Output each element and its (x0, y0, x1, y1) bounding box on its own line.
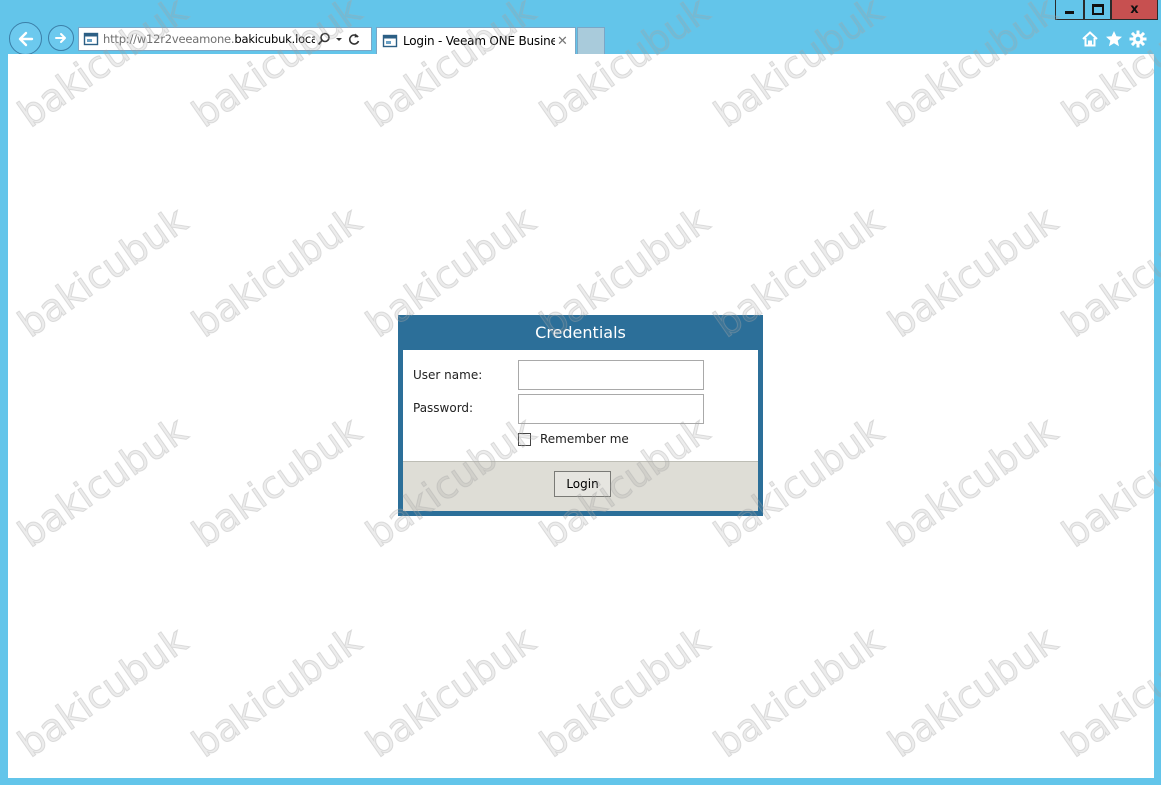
back-arrow-icon (18, 31, 33, 46)
address-bar[interactable]: http://w12r2veeamone.bakicubuk.local:1 (78, 27, 372, 51)
minimize-button[interactable] (1055, 0, 1084, 20)
credentials-dialog: Credentials User name: Password: Remembe… (398, 315, 763, 516)
username-input[interactable] (518, 360, 704, 390)
tab-login[interactable]: Login - Veeam ONE Busine... ✕ (376, 27, 576, 54)
remember-me-label[interactable]: Remember me (540, 432, 629, 446)
close-window-button[interactable]: x (1111, 0, 1158, 20)
maximize-button[interactable] (1084, 0, 1111, 20)
dialog-footer: Login (403, 462, 758, 511)
tab-title: Login - Veeam ONE Busine... (403, 34, 555, 48)
forward-button[interactable] (48, 25, 74, 51)
username-label: User name: (413, 368, 483, 382)
tab-close-icon[interactable]: ✕ (557, 34, 568, 49)
back-button[interactable] (9, 22, 42, 55)
search-icon[interactable] (317, 32, 331, 46)
close-icon: x (1130, 2, 1139, 17)
login-button[interactable]: Login (554, 471, 611, 497)
new-tab-button[interactable] (577, 27, 605, 54)
dialog-title: Credentials (535, 323, 626, 342)
remember-me-checkbox[interactable] (518, 433, 531, 446)
password-label: Password: (413, 401, 474, 415)
password-input[interactable] (518, 394, 704, 424)
star-icon[interactable] (1104, 29, 1124, 49)
page-icon (382, 34, 398, 48)
minimize-icon (1065, 11, 1074, 14)
page-icon (83, 32, 99, 46)
url-text[interactable]: http://w12r2veeamone.bakicubuk.local:1 (103, 32, 315, 46)
forward-arrow-icon (55, 33, 66, 43)
dialog-body: User name: Password: Remember me (403, 350, 758, 462)
dropdown-icon[interactable] (335, 32, 343, 46)
maximize-icon (1091, 4, 1104, 15)
refresh-icon[interactable] (347, 32, 361, 46)
gear-icon[interactable] (1128, 29, 1148, 49)
home-icon[interactable] (1080, 29, 1100, 49)
